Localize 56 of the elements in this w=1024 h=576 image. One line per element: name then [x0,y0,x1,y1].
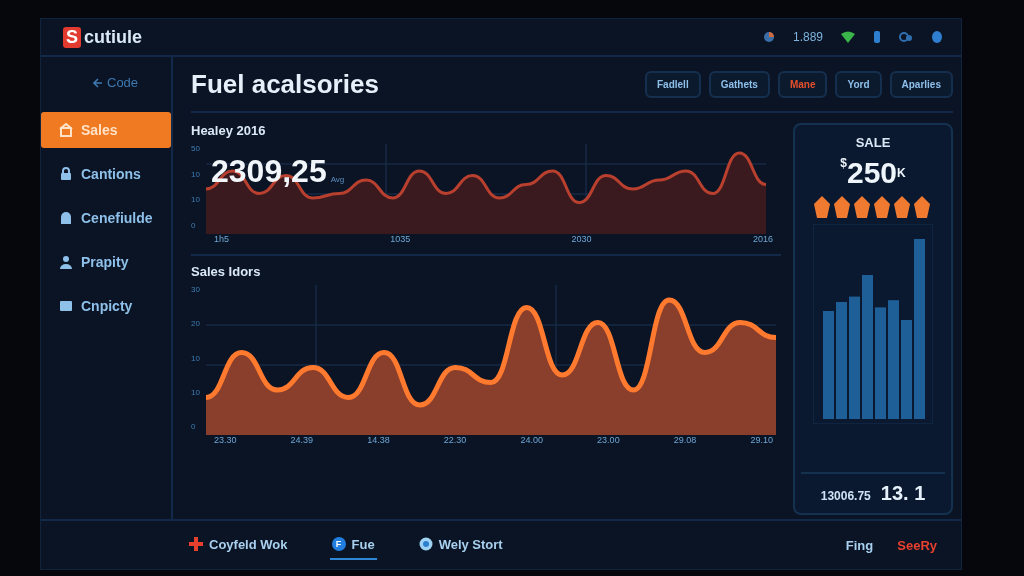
panel-label: SALE [855,135,891,150]
card-title: Healey 2016 [191,123,267,138]
nav-item[interactable]: F Fue [329,530,377,560]
menu-item-icon [59,255,73,269]
axis-tick: 10 [191,169,200,179]
axis-tick: 10 [191,353,200,363]
menu-item-icon [59,123,73,137]
logo-mark: S [63,26,81,48]
axis-tick: 0 [191,422,197,431]
total-value: 2309,25 [211,153,327,190]
page-title: Fuel acalsories [191,68,380,100]
status-link[interactable]: SeeRy [897,537,937,553]
axis-tick: 2016 [752,234,773,244]
axis-tick: 30 [191,285,200,294]
axis-tick: 29.08 [673,435,697,445]
menu-item-icon [59,211,73,225]
nav-item[interactable]: Wely Stort [416,530,505,560]
count-value: 13. 1 [880,482,926,505]
axis-tick: 50 [191,144,200,153]
axis-tick: 23.00 [597,435,620,445]
sidebar-item[interactable]: Cantions [41,156,171,192]
axis-tick: 29.10 [750,435,773,445]
axis-tick: 14.38 [367,435,390,445]
status-link[interactable]: Fing [845,537,874,553]
tab[interactable]: Gathets [708,70,770,98]
sidebar-item[interactable]: Prapity [41,244,171,280]
tab[interactable]: Mane [777,70,828,98]
wifi-icon [841,31,855,43]
axis-tick: 24.39 [290,435,314,445]
back-link[interactable]: Code [93,75,171,90]
card-title: Sales Idors [191,264,262,279]
axis-tick: 20 [191,319,200,329]
tab[interactable]: Aparlies [889,70,953,98]
axis-tick: 10 [191,387,200,397]
back-arrow-icon [93,77,103,88]
unit-label: Avg [330,175,345,184]
axis-tick: 22.30 [443,435,467,445]
tab[interactable]: Fadlell [645,70,701,98]
axis-tick: 1h5 [213,234,229,244]
axis-tick: 23.30 [213,435,237,445]
plus-icon [189,537,203,551]
battery-icon [873,30,881,44]
status-value: 1.889 [792,30,823,44]
brand-name: cutiule [84,26,143,48]
sidebar-item[interactable]: Cenefiulde [41,200,171,236]
axis-tick: 2030 [571,234,592,244]
sidebar-item[interactable]: Cnpicty [41,288,171,324]
axis-tick: 24.00 [520,435,543,445]
tab[interactable]: Yord [835,70,882,98]
total-amount: 13006.75 [820,489,871,503]
menu-item-icon [59,299,73,313]
nav-item[interactable]: Coyfeld Wok [187,530,290,560]
axis-tick: 0 [191,220,197,230]
axis-tick: 10 [191,195,200,205]
menu-item-icon [59,167,73,181]
axis-tick: 1035 [390,234,411,244]
